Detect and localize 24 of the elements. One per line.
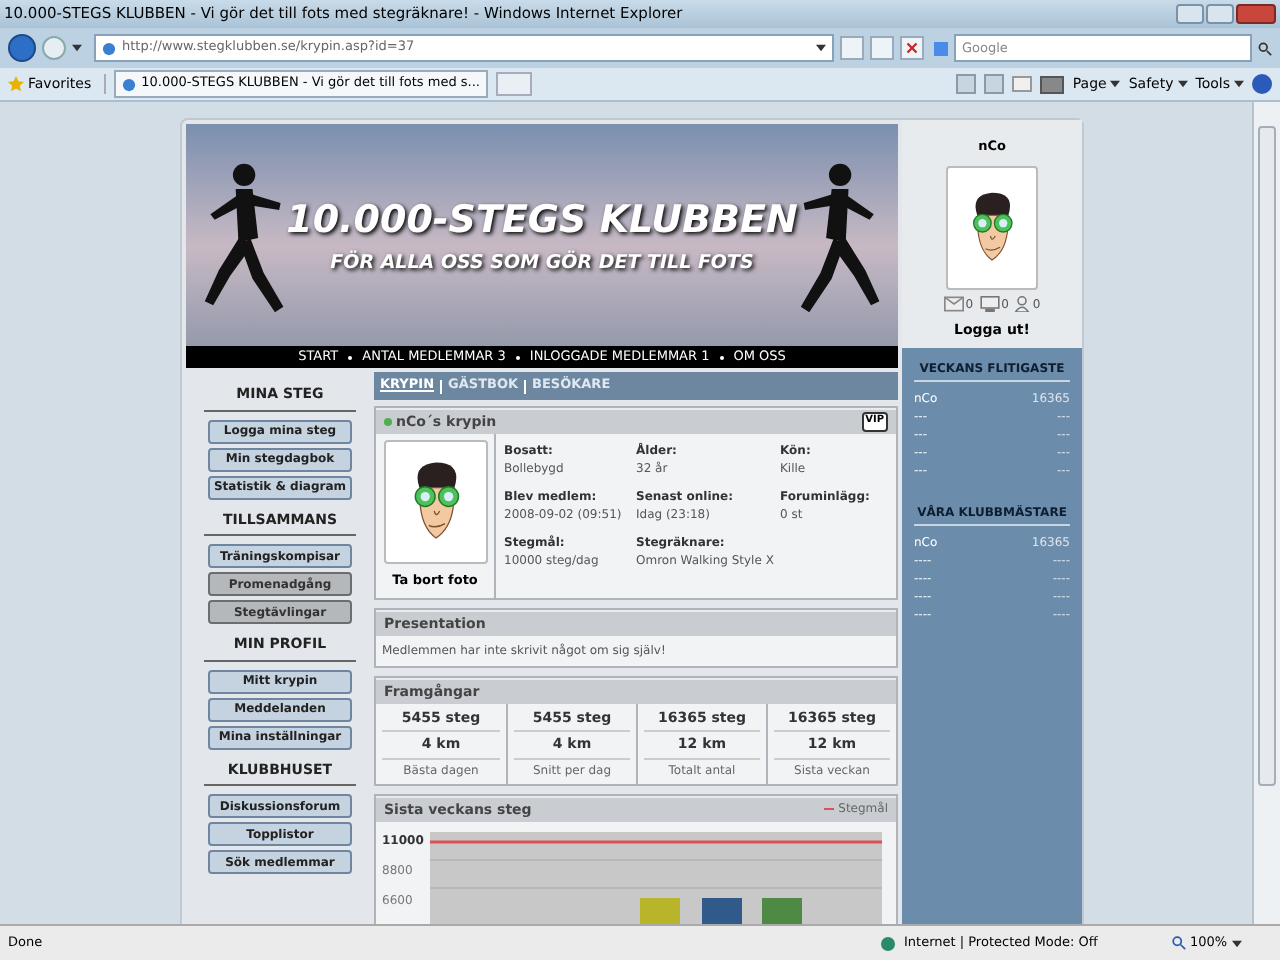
- star-icon: [8, 76, 24, 92]
- back-button[interactable]: [8, 34, 36, 62]
- caret-icon: [1231, 939, 1242, 947]
- close-button[interactable]: [1236, 4, 1276, 24]
- person-icon: [1014, 296, 1031, 313]
- forward-button[interactable]: [42, 36, 66, 60]
- banner-subtitle: FÖR ALLA OSS SOM GÖR DET TILL FOTS: [330, 249, 754, 278]
- scrollbar-thumb[interactable]: [1258, 126, 1276, 786]
- scrollbar[interactable]: [1252, 102, 1280, 924]
- minimize-button[interactable]: [1176, 4, 1204, 24]
- new-tab-button[interactable]: [496, 72, 532, 96]
- search-icon: [1258, 41, 1272, 55]
- envelope-icon: [943, 296, 964, 313]
- maximize-button[interactable]: [1206, 4, 1234, 24]
- caret-icon: [72, 44, 82, 52]
- online-status-icon: [384, 418, 392, 426]
- caret-icon: [816, 44, 826, 52]
- caret-icon: [1177, 80, 1188, 88]
- monitor-icon: [979, 296, 1000, 313]
- magnifier-icon: [1172, 936, 1186, 950]
- banner-title: 10.000-STEGS KLUBBEN: [286, 196, 798, 247]
- caret-icon: [1234, 80, 1244, 88]
- caret-icon: [1110, 80, 1121, 88]
- stop-icon[interactable]: [900, 36, 924, 60]
